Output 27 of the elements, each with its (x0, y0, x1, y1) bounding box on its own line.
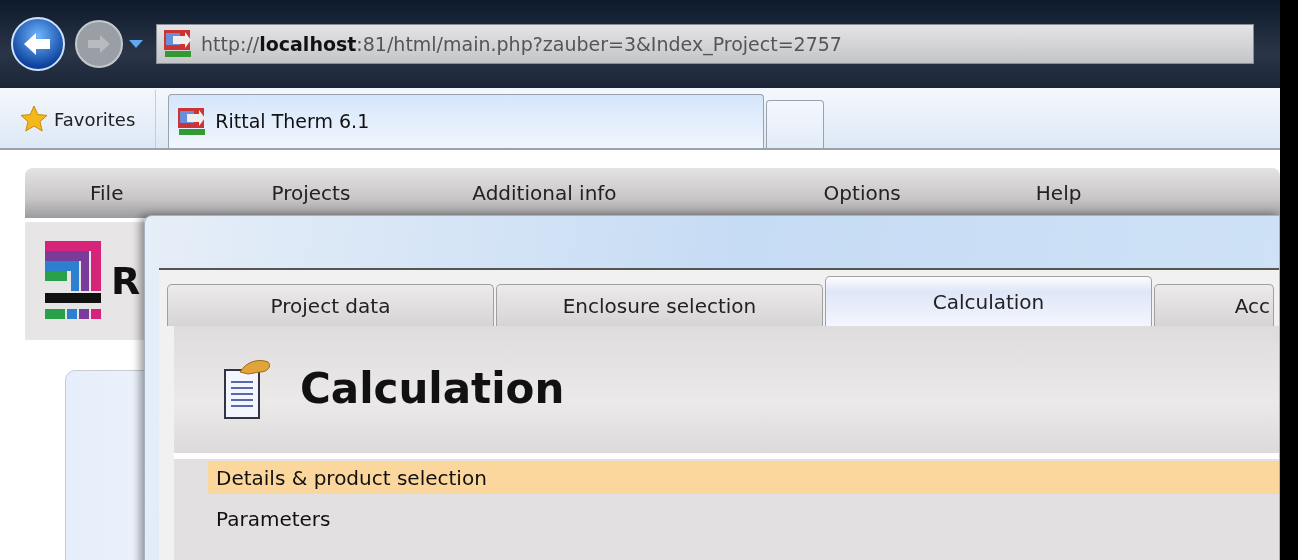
tab[interactable]: Enclosure selection (496, 284, 823, 326)
dropdown-caret-icon[interactable] (128, 39, 144, 49)
address-bar[interactable]: http://localhost:81/html/main.php?zauber=3&Index_Project=2757 (156, 24, 1254, 64)
browser-tab[interactable]: Rittal Therm 6.1 (168, 94, 765, 148)
site-icon (163, 29, 193, 59)
back-button[interactable] (10, 16, 66, 72)
menu-item[interactable]: Options (823, 178, 901, 208)
logo-icon (45, 241, 101, 321)
tab[interactable]: Project data (167, 284, 494, 326)
document-icon (222, 357, 272, 422)
site-icon (177, 106, 208, 137)
menu-item[interactable]: File (90, 178, 124, 208)
menu-item[interactable]: Projects (271, 178, 351, 208)
app-title: R (111, 257, 141, 305)
tab-title: Rittal Therm 6.1 (215, 109, 370, 135)
tab[interactable]: Acc (1154, 284, 1274, 326)
tab[interactable]: Calculation (825, 276, 1152, 326)
favorites-label: Favorites (54, 107, 136, 132)
star-icon (20, 105, 48, 133)
list-item[interactable]: Parameters (208, 502, 1279, 535)
list-item[interactable]: Details & product selection (208, 461, 1279, 494)
menu-item[interactable]: Help (1035, 178, 1082, 208)
forward-button[interactable] (74, 19, 124, 69)
page-heading: Calculation (300, 364, 565, 415)
favorites-button[interactable]: Favorites (0, 90, 157, 148)
url-text: http://localhost:81/html/main.php?zauber=3&Index_Project=2757 (201, 31, 842, 58)
menu-item[interactable]: Additional info (472, 178, 617, 208)
